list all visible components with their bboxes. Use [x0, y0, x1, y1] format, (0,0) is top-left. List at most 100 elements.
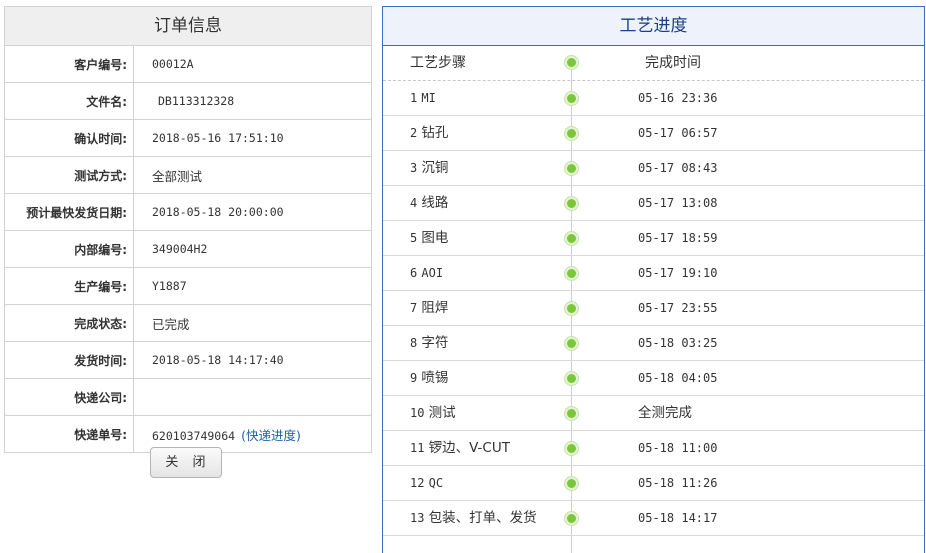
step-time: 05-18 11:00 [638, 441, 718, 455]
step-name: AOI [421, 266, 444, 280]
order-info-title: 订单信息 [4, 6, 372, 45]
step-time: 05-17 19:10 [638, 266, 718, 280]
timeline-dot [565, 407, 578, 420]
step-name: 图电 [421, 230, 449, 246]
step-name: 测试 [428, 405, 456, 421]
test-method-value: 全部测试 [152, 168, 203, 184]
process-row: 3 沉铜 05-17 08:43 [383, 151, 924, 186]
field-row-courier: 快递公司: [4, 378, 372, 416]
field-label: 快递公司: [4, 378, 134, 416]
order-info-panel: 订单信息 客户编号: 00012A 文件名: DB113312328 确认时间:… [4, 6, 372, 453]
timeline-dot [565, 92, 578, 105]
field-row-est-ship-date: 预计最快发货日期: 2018-05-18 20:00:00 [4, 193, 372, 231]
step-time: 05-18 11:26 [638, 476, 718, 490]
step-name: 字符 [421, 335, 449, 351]
timeline-dot [565, 372, 578, 385]
process-panel: 工艺进度 工艺步骤 完成时间 1 MI 05-16 23:36 2 钻孔 05-… [382, 6, 925, 553]
step-time: 05-17 08:43 [638, 161, 718, 175]
process-row: 2 钻孔 05-17 06:57 [383, 116, 924, 151]
step-number: 3 [410, 161, 418, 175]
process-row: 13 包装、打单、发货 05-18 14:17 [383, 501, 924, 536]
timeline-dot [565, 232, 578, 245]
field-label: 快递单号: [4, 415, 134, 453]
timeline-dot [565, 477, 578, 490]
field-value: 349004H2 [133, 230, 372, 268]
step-number: 6 [410, 266, 418, 280]
status-value: 已完成 [152, 316, 190, 332]
timeline-dot [565, 267, 578, 280]
field-label: 客户编号: [4, 45, 134, 83]
order-info-table: 客户编号: 00012A 文件名: DB113312328 确认时间: 2018… [4, 45, 372, 453]
step-time: 05-18 14:17 [638, 511, 718, 525]
step-time: 05-17 18:59 [638, 231, 718, 245]
step-number: 5 [410, 231, 418, 245]
field-value: 2018-05-18 20:00:00 [133, 193, 372, 231]
field-label: 确认时间: [4, 119, 134, 157]
step-time: 05-16 23:36 [638, 91, 718, 105]
field-label: 测试方式: [4, 156, 134, 194]
step-number: 4 [410, 196, 418, 210]
field-row-test-method: 测试方式: 全部测试 [4, 156, 372, 194]
step-number: 1 [410, 91, 418, 105]
step-column-header: 工艺步骤 [410, 55, 466, 71]
field-label: 预计最快发货日期: [4, 193, 134, 231]
timeline-dot [565, 127, 578, 140]
step-number: 7 [410, 301, 418, 315]
field-row-confirm-time: 确认时间: 2018-05-16 17:51:10 [4, 119, 372, 157]
field-value [133, 378, 372, 416]
timeline-dot [565, 512, 578, 525]
time-column-header: 完成时间 [645, 55, 701, 71]
timeline-dot [565, 302, 578, 315]
process-title: 工艺进度 [383, 7, 924, 46]
field-label: 完成状态: [4, 304, 134, 342]
field-value: 已完成 [133, 304, 372, 342]
step-name: 阻焊 [421, 300, 449, 316]
step-name: 钻孔 [421, 125, 449, 141]
step-number: 8 [410, 336, 418, 350]
timeline-dot [565, 337, 578, 350]
process-row: 9 喷锡 05-18 04:05 [383, 361, 924, 396]
field-row-production-no: 生产编号: Y1887 [4, 267, 372, 305]
field-row-status: 完成状态: 已完成 [4, 304, 372, 342]
field-label: 内部编号: [4, 230, 134, 268]
process-row: 6 AOI 05-17 19:10 [383, 256, 924, 291]
close-button[interactable]: 关 闭 [150, 447, 222, 478]
field-row-customer-no: 客户编号: 00012A [4, 45, 372, 83]
field-row-ship-time: 发货时间: 2018-05-18 14:17:40 [4, 341, 372, 379]
tracking-progress-link[interactable]: (快递进度) [241, 428, 301, 443]
step-number: 13 [410, 511, 425, 525]
step-name: MI [421, 91, 436, 105]
step-name: 沉铜 [421, 160, 449, 176]
step-number: 2 [410, 126, 418, 140]
field-value: 全部测试 [133, 156, 372, 194]
process-row: 4 线路 05-17 13:08 [383, 186, 924, 221]
timeline-dot [565, 442, 578, 455]
field-label: 文件名: [4, 82, 134, 120]
process-row: 12 QC 05-18 11:26 [383, 466, 924, 501]
process-row: 1 MI 05-16 23:36 [383, 81, 924, 116]
field-label: 发货时间: [4, 341, 134, 379]
process-header: 工艺步骤 完成时间 [383, 46, 924, 81]
step-time: 05-18 04:05 [638, 371, 718, 385]
field-value: Y1887 [133, 267, 372, 305]
tracking-number: 620103749064 [152, 428, 236, 443]
field-row-file-name: 文件名: DB113312328 [4, 82, 372, 120]
field-value: 2018-05-18 14:17:40 [133, 341, 372, 379]
step-time: 05-17 23:55 [638, 301, 718, 315]
step-name: 喷锡 [421, 370, 449, 386]
step-number: 11 [410, 441, 425, 455]
process-row: 8 字符 05-18 03:25 [383, 326, 924, 361]
process-row: 5 图电 05-17 18:59 [383, 221, 924, 256]
process-row: 11 锣边、V-CUT 05-18 11:00 [383, 431, 924, 466]
step-number: 9 [410, 371, 418, 385]
step-time: 全测完成 [638, 405, 692, 421]
step-name: 线路 [421, 195, 449, 211]
step-time: 05-18 03:25 [638, 336, 718, 350]
step-number: 12 [410, 476, 425, 490]
timeline-dot [565, 162, 578, 175]
timeline-dot [565, 197, 578, 210]
field-row-internal-no: 内部编号: 349004H2 [4, 230, 372, 268]
step-number: 10 [410, 406, 425, 420]
process-row: 10 测试 全测完成 [383, 396, 924, 431]
field-label: 生产编号: [4, 267, 134, 305]
